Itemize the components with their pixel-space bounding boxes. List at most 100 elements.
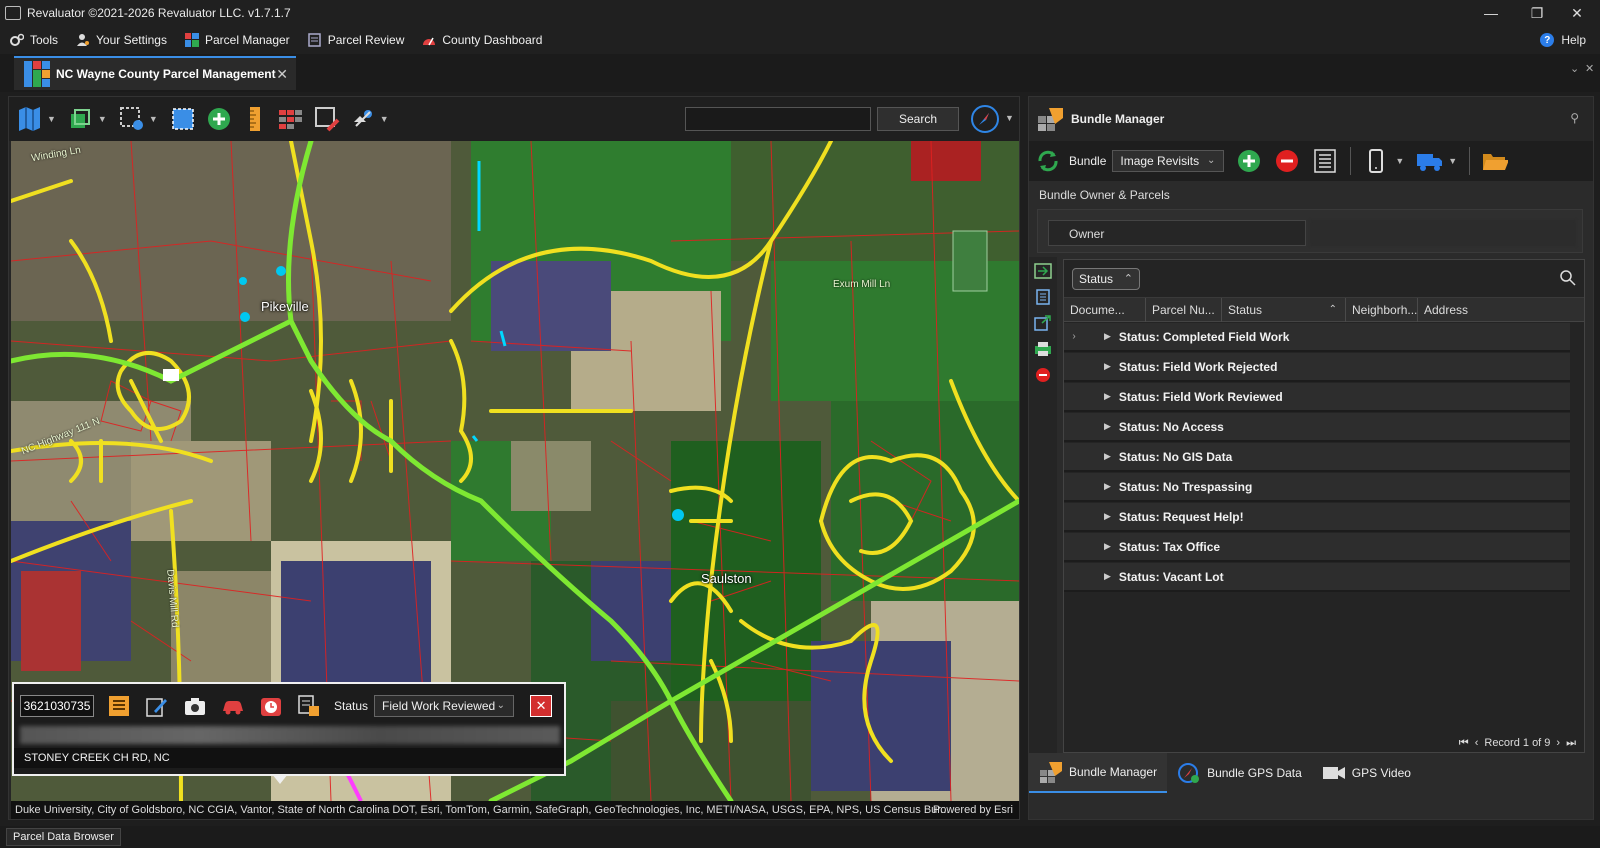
select-settings-icon[interactable] [117, 104, 147, 134]
attribution-text: Duke University, City of Goldsboro, NC C… [15, 804, 950, 816]
sort-ascending-icon: ⌃ [1328, 304, 1337, 315]
column-status[interactable]: Status ⌃ [1222, 298, 1346, 322]
export-icon[interactable] [1034, 315, 1052, 331]
chevron-down-icon[interactable]: ▼ [98, 114, 107, 124]
copy-layers-icon[interactable] [66, 104, 96, 134]
prev-page-icon[interactable]: ‹ [1475, 737, 1479, 749]
tab-bundle-manager[interactable]: Bundle Manager [1029, 753, 1168, 793]
map-place-label: Saulston [701, 571, 752, 586]
group-row[interactable]: ▶ Status: Request Help! [1064, 503, 1570, 532]
edit-icon[interactable] [144, 693, 170, 719]
group-by-status-chip[interactable]: Status ⌃ [1072, 268, 1140, 290]
chevron-right-icon[interactable]: › [1064, 331, 1084, 342]
refresh-icon[interactable] [1035, 148, 1061, 174]
group-row[interactable]: ▶ Status: No Trespassing [1064, 473, 1570, 502]
close-popup-button[interactable]: ✕ [530, 695, 553, 717]
chevron-down-icon[interactable]: ▼ [149, 114, 158, 124]
document-stack-icon[interactable] [296, 693, 322, 719]
menu-your-settings[interactable]: Your Settings [76, 33, 167, 47]
tab-close-icon[interactable]: ✕ [276, 66, 288, 83]
help-label: Help [1561, 33, 1586, 47]
tab-parcel-data-browser[interactable]: Parcel Data Browser [6, 828, 121, 846]
chevron-down-icon[interactable]: ▼ [1395, 156, 1404, 166]
search-icon[interactable] [1560, 270, 1576, 286]
camera-icon[interactable] [182, 693, 208, 719]
column-neighborhood[interactable]: Neighborh... [1346, 298, 1418, 322]
menu-county-dashboard-label: County Dashboard [442, 33, 543, 47]
list-view-icon[interactable] [1312, 148, 1338, 174]
column-document[interactable]: Docume... [1064, 298, 1146, 322]
status-dropdown[interactable]: Field Work Reviewed ⌄ [374, 695, 515, 717]
car-icon[interactable] [220, 693, 246, 719]
compass-icon[interactable] [971, 105, 999, 133]
close-icon[interactable]: ✕ [1554, 0, 1600, 26]
bundle-dropdown[interactable]: Image Revisits ⌄ [1112, 150, 1225, 172]
pin-icon[interactable]: ⚲ [1570, 111, 1579, 125]
clock-icon[interactable] [258, 693, 284, 719]
expand-triangle-icon[interactable]: ▶ [1104, 391, 1111, 402]
tab-parcel-management[interactable]: NC Wayne County Parcel Management ✕ [14, 56, 296, 90]
column-address[interactable]: Address [1418, 298, 1584, 322]
menu-parcel-manager[interactable]: Parcel Manager [184, 33, 290, 47]
mobile-device-icon[interactable] [1363, 148, 1389, 174]
group-row-label: Status: Field Work Rejected [1118, 359, 1278, 374]
select-clear-icon[interactable] [312, 104, 342, 134]
first-page-icon[interactable]: ⏮ [1459, 737, 1469, 750]
chevron-down-icon[interactable]: ⌄ [1570, 62, 1579, 75]
last-page-icon[interactable]: ⏭ [1566, 737, 1576, 750]
menu-your-settings-label: Your Settings [96, 33, 167, 47]
window-title: Revaluator ©2021-2026 Revaluator LLC. v1… [27, 6, 291, 20]
add-bundle-icon[interactable] [1236, 148, 1262, 174]
map-layers-icon[interactable] [15, 104, 45, 134]
minimize-icon[interactable]: — [1468, 0, 1514, 26]
chevron-down-icon[interactable]: ▼ [47, 114, 56, 124]
chevron-down-icon[interactable]: ▼ [1448, 156, 1457, 166]
open-folder-icon[interactable] [1482, 148, 1509, 174]
tab-bundle-gps-data[interactable]: Bundle GPS Data [1167, 753, 1312, 793]
grid-edit-icon[interactable] [276, 104, 306, 134]
menu-county-dashboard[interactable]: County Dashboard [422, 33, 542, 47]
remove-icon[interactable] [1034, 367, 1052, 383]
group-row[interactable]: ▶ Status: Tax Office [1064, 533, 1570, 562]
map-search-input[interactable] [685, 107, 871, 131]
select-area-icon[interactable] [168, 104, 198, 134]
measure-ruler-icon[interactable] [240, 104, 270, 134]
map-search-button[interactable]: Search [877, 107, 959, 131]
expand-triangle-icon[interactable]: ▶ [1104, 571, 1111, 582]
expand-triangle-icon[interactable]: ▶ [1104, 481, 1111, 492]
dashboard-icon [422, 33, 436, 47]
group-row[interactable]: ▶ Status: Field Work Rejected [1064, 353, 1570, 382]
tab-gps-video[interactable]: GPS Video [1312, 753, 1421, 793]
remove-bundle-icon[interactable] [1274, 148, 1300, 174]
delivery-truck-icon[interactable] [1416, 148, 1443, 174]
help-button[interactable]: ? Help [1540, 26, 1586, 54]
print-icon[interactable] [1034, 341, 1052, 357]
group-row[interactable]: ▶ Status: Vacant Lot [1064, 563, 1570, 592]
expand-triangle-icon[interactable]: ▶ [1104, 331, 1111, 342]
map-attribution: Duke University, City of Goldsboro, NC C… [11, 801, 1019, 819]
group-row[interactable]: ▶ Status: No GIS Data [1064, 443, 1570, 472]
details-list-icon[interactable] [106, 693, 132, 719]
group-row[interactable]: ▶ Status: No Access [1064, 413, 1570, 442]
add-icon[interactable] [204, 104, 234, 134]
expand-triangle-icon[interactable]: ▶ [1104, 511, 1111, 522]
menu-parcel-review[interactable]: Parcel Review [307, 33, 404, 47]
grid-toolbar: Status ⌃ [1064, 260, 1584, 298]
chevron-down-icon[interactable]: ▼ [380, 114, 389, 124]
chevron-down-icon[interactable]: ▼ [1005, 113, 1014, 123]
expand-triangle-icon[interactable]: ▶ [1104, 541, 1111, 552]
expand-triangle-icon[interactable]: ▶ [1104, 451, 1111, 462]
column-parcel-number[interactable]: Parcel Nu... [1146, 298, 1222, 322]
record-count: Record 1 of 9 [1484, 737, 1551, 749]
parcel-id-field[interactable]: 3621030735 [20, 695, 94, 717]
expand-triangle-icon[interactable]: ▶ [1104, 361, 1111, 372]
next-page-icon[interactable]: › [1556, 737, 1560, 749]
group-row[interactable]: ▶ Status: Field Work Reviewed [1064, 383, 1570, 412]
close-pane-icon[interactable]: ✕ [1585, 62, 1594, 75]
document-icon[interactable] [1034, 289, 1052, 305]
pan-tool-icon[interactable] [348, 104, 378, 134]
import-icon[interactable] [1034, 263, 1052, 279]
expand-triangle-icon[interactable]: ▶ [1104, 421, 1111, 432]
group-row[interactable]: › ▶ Status: Completed Field Work [1064, 323, 1570, 352]
menu-tools[interactable]: Tools [10, 33, 58, 47]
